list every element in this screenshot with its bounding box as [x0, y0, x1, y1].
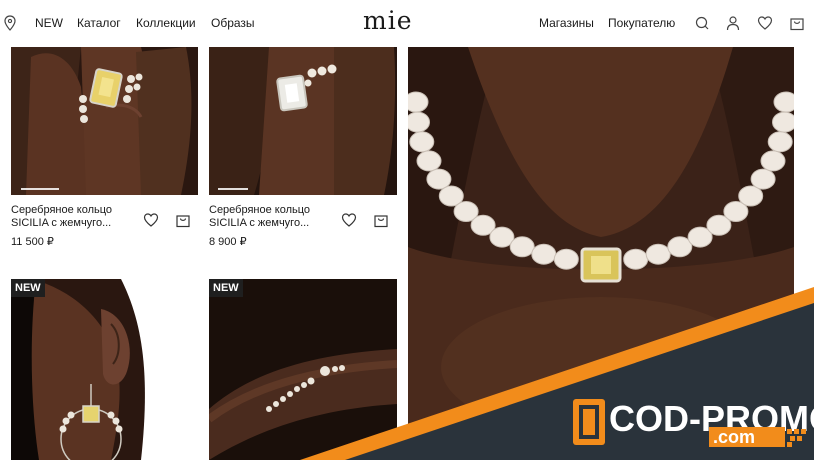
promo-sub: .com: [713, 427, 756, 447]
promo-banner: [300, 287, 814, 460]
promo-logo-icon: [573, 399, 605, 445]
promo-pixels-icon: [787, 429, 806, 447]
